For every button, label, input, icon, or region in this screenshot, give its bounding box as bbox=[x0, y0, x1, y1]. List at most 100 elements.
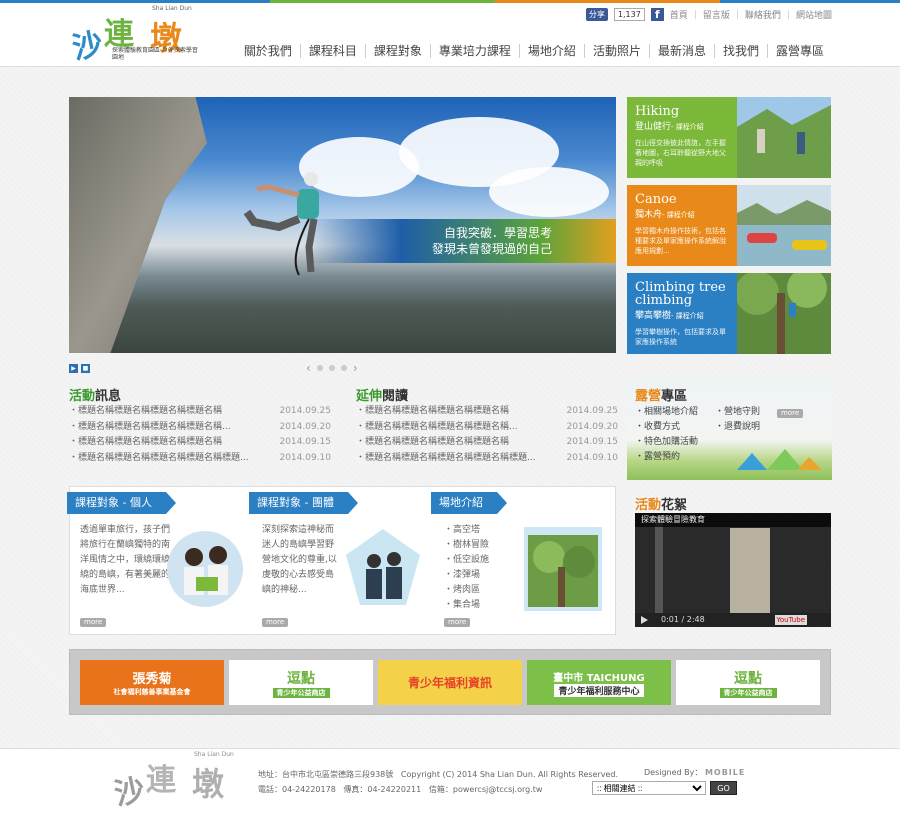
main-nav: 關於我們 課程科目 課程對象 專業培力課程 場地介紹 活動照片 最新消息 找我們… bbox=[236, 44, 832, 58]
footer-email[interactable]: 信箱：powercsj@tccsj.org.tw bbox=[429, 785, 543, 794]
card-venue[interactable]: 場地介紹 ・高空塔 ・樹林冒險 ・低空設施 ・漆彈場 ・烤肉區 ・集合場 mor… bbox=[431, 487, 616, 636]
header: 沙 連 墩 Sha Lian Dun 探索體驗教育園區 戶外探索學習園地 分享 … bbox=[0, 3, 900, 67]
camp-link[interactable]: ・露營預約 bbox=[635, 450, 698, 465]
venue-item[interactable]: ・高空塔 bbox=[444, 523, 504, 538]
footer: 沙連墩 Sha Lian Dun 地址：台中市北屯區崇德路三段938號 Copyr… bbox=[0, 748, 900, 817]
card-more-button[interactable]: more bbox=[262, 618, 289, 627]
nav-find-us[interactable]: 找我們 bbox=[713, 44, 767, 58]
reading-title: 延伸閱讀 bbox=[356, 389, 409, 404]
reading-item[interactable]: ・標題名稱標題名稱標題名稱標題名稱 2014.09.15 bbox=[356, 435, 618, 451]
banner-youth-info[interactable]: 青少年福利資訊 bbox=[378, 660, 522, 705]
tile-title-zh: 登山健行 bbox=[635, 122, 672, 132]
card-body: 透過單車旅行，孩子們將旅行在蘭嶼獨特的南洋風情之中，環繞環繞繞的島嶼，有著美麗的… bbox=[80, 525, 171, 595]
video-player[interactable]: 探索體驗冒險教育 0:01 / 2:48 YouTube bbox=[635, 513, 831, 627]
nav-camping[interactable]: 露營專區 bbox=[766, 44, 832, 58]
card-tab[interactable]: 場地介紹 bbox=[431, 492, 507, 514]
link-guestbook[interactable]: 留言版 bbox=[703, 8, 730, 21]
reading-item[interactable]: ・標題名稱標題名稱標題名稱標題名稱... 2014.09.20 bbox=[356, 420, 618, 436]
tile-desc: 學習攀樹操作，包括要求及單家應操作系統 bbox=[635, 328, 726, 346]
canoe-photo bbox=[737, 185, 831, 266]
venue-item[interactable]: ・低空設施 bbox=[444, 553, 504, 568]
designer-logo[interactable]: MOBILE bbox=[705, 768, 745, 777]
banner-foundation[interactable]: 張秀菊 社會福利慈善事業基金會 bbox=[80, 660, 224, 705]
nav-venue[interactable]: 場地介紹 bbox=[518, 44, 584, 58]
news-item[interactable]: ・標題名稱標題名稱標題名稱標題名稱標題... 2014.09.10 bbox=[69, 451, 331, 467]
camp-link[interactable]: ・相關場地介紹 bbox=[635, 405, 698, 420]
news-item[interactable]: ・標題名稱標題名稱標題名稱標題名稱 2014.09.15 bbox=[69, 435, 331, 451]
footer-contact: 地址：台中市北屯區崇德路三段938號 Copyright (C) 2014 Sh… bbox=[258, 767, 618, 797]
play-icon[interactable]: ▶ bbox=[69, 364, 78, 373]
card-more-button[interactable]: more bbox=[444, 618, 471, 627]
tile-canoe[interactable]: Canoe 獨木舟- 課程介紹 學習獨木舟操作技術，包括各種要求及單家應操作系統… bbox=[627, 185, 831, 266]
camping-links-col1: ・相關場地介紹 ・收費方式 ・特色加購活動 ・露營預約 bbox=[635, 405, 698, 465]
hero-line-2: 發現未曾發現過的自己 bbox=[431, 242, 552, 256]
video-title: 活動花絮 bbox=[635, 498, 688, 513]
card-body: 深刻探索這神秘而迷人的島嶼學習野營地文化的尊重,以虔敬的心去感受島嶼的神秘... bbox=[262, 525, 337, 595]
card-group[interactable]: 課程對象 - 團體 深刻探索這神秘而迷人的島嶼學習野營地文化的尊重,以虔敬的心去… bbox=[249, 487, 434, 636]
news-item[interactable]: ・標題名稱標題名稱標題名稱標題名稱 2014.09.25 bbox=[69, 404, 331, 420]
pause-icon[interactable]: ■ bbox=[81, 364, 90, 373]
tile-title-en: Climbing tree climbing bbox=[635, 280, 726, 308]
venue-item[interactable]: ・漆彈場 bbox=[444, 568, 504, 583]
venue-item[interactable]: ・樹林冒險 bbox=[444, 538, 504, 553]
chevron-right-icon[interactable]: › bbox=[353, 361, 358, 375]
reading-item[interactable]: ・標題名稱標題名稱標題名稱標題名稱 2014.09.25 bbox=[356, 404, 618, 420]
nav-about[interactable]: 關於我們 bbox=[236, 44, 300, 58]
tile-desc: 在山徑交換彼此情誼，左手握著地圖，右耳聆聽從野大地父親的呼吸 bbox=[635, 139, 726, 167]
logo-english: Sha Lian Dun bbox=[152, 5, 192, 12]
footer-logo[interactable]: 沙連墩 Sha Lian Dun bbox=[111, 751, 234, 813]
card-tab[interactable]: 課程對象 - 團體 bbox=[249, 492, 358, 514]
camp-link[interactable]: ・營地守則 bbox=[715, 405, 760, 420]
camp-link[interactable]: ・退費說明 bbox=[715, 420, 760, 435]
camping-more-button[interactable]: more bbox=[777, 409, 804, 418]
facebook-icon[interactable]: f bbox=[650, 8, 664, 21]
camping-title: 露營專區 bbox=[635, 389, 688, 404]
partner-banners: 張秀菊 社會福利慈善事業基金會 逗點 青少年公益商店 青少年福利資訊 臺中市 TAI… bbox=[69, 649, 831, 715]
card-individual[interactable]: 課程對象 - 個人 透過單車旅行，孩子們將旅行在蘭嶼獨特的南洋風情之中，環繞環繞… bbox=[67, 487, 252, 636]
link-home[interactable]: 首頁 bbox=[670, 8, 688, 21]
video-caption: 探索體驗冒險教育 bbox=[635, 513, 831, 527]
chevron-left-icon[interactable]: ‹ bbox=[306, 361, 311, 375]
news-list: ・標題名稱標題名稱標題名稱標題名稱 2014.09.25 ・標題名稱標題名稱標題名… bbox=[69, 404, 331, 466]
link-contact[interactable]: 聯絡我們 bbox=[745, 8, 781, 21]
link-sitemap[interactable]: 網站地圖 bbox=[796, 8, 832, 21]
nav-professional[interactable]: 專業培力課程 bbox=[429, 44, 519, 58]
go-button[interactable]: GO bbox=[710, 781, 737, 795]
nav-photos[interactable]: 活動照片 bbox=[583, 44, 649, 58]
facebook-share-button[interactable]: 分享 bbox=[585, 8, 608, 21]
camp-link[interactable]: ・收費方式 bbox=[635, 420, 698, 435]
banner-taichung[interactable]: 臺中市 TAICHUNG 青少年福利服務中心 bbox=[527, 660, 671, 705]
tile-title-zh: 攀高攀樹 bbox=[635, 311, 672, 321]
cloud bbox=[489, 167, 609, 217]
footer-copyright: Copyright (C) 2014 Sha Lian Dun. All Rig… bbox=[400, 770, 619, 779]
students-photo bbox=[167, 531, 243, 607]
logo-char-sha: 沙 bbox=[69, 26, 107, 67]
tile-climbing[interactable]: Climbing tree climbing 攀高攀樹- 課程介紹 學習攀樹操作… bbox=[627, 273, 831, 354]
top-links: 分享 1,137 f 首頁 | 留言版 | 聯絡我們 | 網站地圖 bbox=[585, 8, 832, 21]
nav-news[interactable]: 最新消息 bbox=[648, 44, 714, 58]
pager-dot[interactable] bbox=[328, 365, 335, 371]
play-icon[interactable] bbox=[641, 616, 648, 624]
banner-comma-shop-1[interactable]: 逗點 青少年公益商店 bbox=[229, 660, 373, 705]
site-logo[interactable]: 沙 連 墩 Sha Lian Dun 探索體驗教育園區 戶外探索學習園地 bbox=[69, 5, 200, 67]
hero-slideshow[interactable]: 自我突破．學習思考 發現未曾發現過的自己 bbox=[69, 97, 616, 353]
youtube-logo[interactable]: YouTube bbox=[774, 615, 807, 625]
banner-comma-shop-2[interactable]: 逗點 青少年公益商店 bbox=[676, 660, 820, 705]
camping-section: 露營專區 ・相關場地介紹 ・收費方式 ・特色加購活動 ・露營預約 ・營地守則 ・… bbox=[627, 380, 832, 480]
reading-item[interactable]: ・標題名稱標題名稱標題名稱標題名稱標題... 2014.09.10 bbox=[356, 451, 618, 467]
nav-audience[interactable]: 課程對象 bbox=[364, 44, 430, 58]
venue-item[interactable]: ・烤肉區 bbox=[444, 583, 504, 598]
tents-image bbox=[737, 449, 822, 470]
news-item[interactable]: ・標題名稱標題名稱標題名稱標題名稱... 2014.09.20 bbox=[69, 420, 331, 436]
pager-dot[interactable] bbox=[316, 365, 323, 371]
related-links-select[interactable]: :: 相關連結 :: bbox=[592, 781, 706, 795]
card-more-button[interactable]: more bbox=[80, 618, 107, 627]
venue-item[interactable]: ・集合場 bbox=[444, 598, 504, 613]
camp-link[interactable]: ・特色加購活動 bbox=[635, 435, 698, 450]
nav-courses[interactable]: 課程科目 bbox=[299, 44, 365, 58]
tree-climbing-photo bbox=[737, 273, 831, 354]
slide-controls: ▶ ■ bbox=[69, 364, 90, 373]
card-tab[interactable]: 課程對象 - 個人 bbox=[67, 492, 176, 514]
tile-hiking[interactable]: Hiking 登山健行- 課程介紹 在山徑交換彼此情誼，左手握著地圖，右耳聆聽從… bbox=[627, 97, 831, 178]
pager-dot[interactable] bbox=[340, 365, 347, 371]
